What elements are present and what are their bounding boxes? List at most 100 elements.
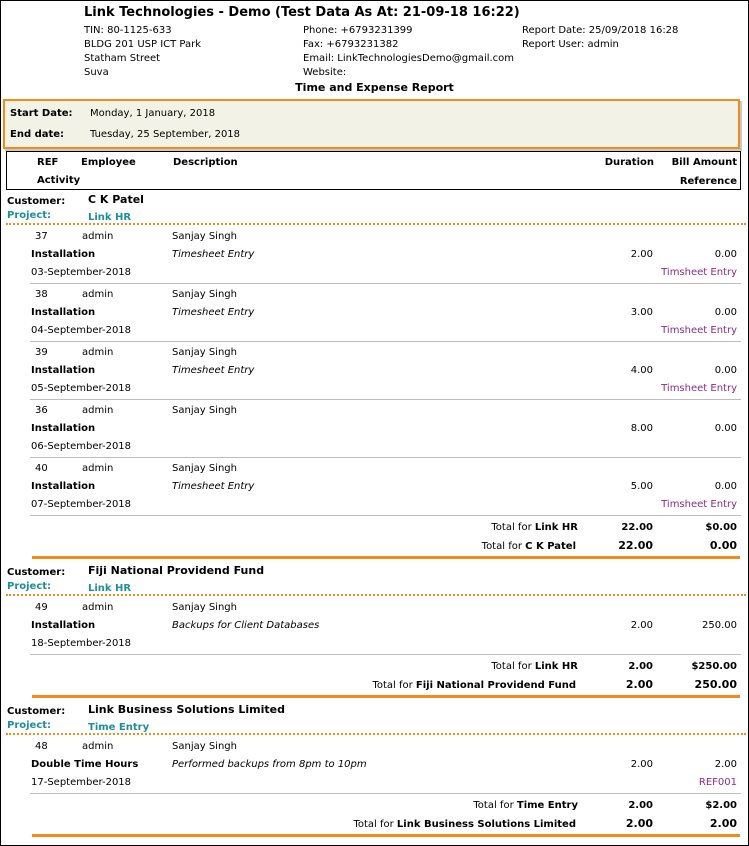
entry-employee: admin <box>82 289 114 300</box>
entry-employee: admin <box>82 463 114 474</box>
entry-amount: 2.00 <box>714 759 737 770</box>
project-name: Link HR <box>88 212 132 223</box>
entry-description: Sanjay Singh <box>172 602 237 613</box>
entry-employee: admin <box>82 347 114 358</box>
customer-divider <box>6 594 746 596</box>
row-divider <box>30 399 741 400</box>
report-user: Report User: admin <box>522 39 619 50</box>
entry-description: Sanjay Singh <box>172 405 237 416</box>
entry-ref: 40 <box>35 463 48 474</box>
entry-activity: Installation <box>31 307 96 318</box>
entry-amount: 250.00 <box>702 620 737 631</box>
customer-label: Customer: <box>7 196 66 207</box>
entry-amount: 0.00 <box>714 365 737 376</box>
entry-note: Timesheet Entry <box>172 307 255 318</box>
entry-amount: 0.00 <box>714 307 737 318</box>
column-header: REF Employee Description Duration Bill A… <box>6 151 741 190</box>
entry-reference: REF001 <box>698 777 737 788</box>
entry-employee: admin <box>82 602 114 613</box>
entry-amount: 0.00 <box>714 423 737 434</box>
col-ref: REF <box>37 157 59 168</box>
company-address-line1: BLDG 201 USP ICT Park <box>84 39 202 50</box>
entry-description: Sanjay Singh <box>172 231 237 242</box>
company-address-line2: Statham Street <box>84 53 161 64</box>
customer-name: Link Business Solutions Limited <box>88 703 285 716</box>
company-fax: Fax: +6793231382 <box>303 39 399 50</box>
entry-date: 05-September-2018 <box>31 383 132 394</box>
entry-activity: Installation <box>31 249 96 260</box>
entry-ref: 37 <box>35 231 48 242</box>
entry-employee: admin <box>82 405 114 416</box>
company-phone: Phone: +6793231399 <box>303 25 413 36</box>
entry-employee: admin <box>82 231 114 242</box>
entry-employee: admin <box>82 741 114 752</box>
total-for-text: Total for <box>372 680 413 691</box>
col-reference: Reference <box>679 176 737 187</box>
entry-date: 17-September-2018 <box>31 777 132 788</box>
customer-label: Customer: <box>7 706 66 717</box>
entry-activity: Installation <box>31 620 96 631</box>
col-bill-amount: Bill Amount <box>671 157 737 168</box>
date-filter-panel: Start Date: Monday, 1 January, 2018 End … <box>3 99 740 149</box>
start-date-label: Start Date: <box>10 108 73 119</box>
entry-note: Timesheet Entry <box>172 481 255 492</box>
customer-label: Customer: <box>7 567 66 578</box>
project-label: Project: <box>7 720 52 731</box>
col-description: Description <box>173 157 238 168</box>
project-name: Link HR <box>88 583 132 594</box>
report-date: Report Date: 25/09/2018 16:28 <box>522 25 679 36</box>
project-name: Time Entry <box>88 722 150 733</box>
customer-divider <box>6 733 746 735</box>
entry-description: Sanjay Singh <box>172 347 237 358</box>
customer-total-amount: 250.00 <box>694 678 737 691</box>
entry-reference: Timsheet Entry <box>661 325 737 336</box>
entry-ref: 36 <box>35 405 48 416</box>
project-total-amount: $250.00 <box>691 661 737 672</box>
entry-ref: 39 <box>35 347 48 358</box>
totals-divider <box>30 793 741 794</box>
start-date-value: Monday, 1 January, 2018 <box>90 108 216 119</box>
company-tin: TIN: 80-1125-633 <box>84 25 172 36</box>
entry-date: 06-September-2018 <box>31 441 132 452</box>
row-divider <box>30 457 741 458</box>
col-duration: Duration <box>604 157 654 168</box>
entry-note: Performed backups from 8pm to 10pm <box>172 759 367 770</box>
company-website: Website: <box>303 67 347 78</box>
project-label: Project: <box>7 581 52 592</box>
end-date-label: End date: <box>10 129 65 140</box>
customer-total-amount: 0.00 <box>709 539 737 552</box>
project-total-amount: $0.00 <box>705 522 737 533</box>
entry-activity: Installation <box>31 365 96 376</box>
report-title: Time and Expense Report <box>295 81 454 94</box>
entry-note: Timesheet Entry <box>172 249 255 260</box>
entry-description: Sanjay Singh <box>172 741 237 752</box>
customer-total-amount: 2.00 <box>709 817 737 830</box>
entry-date: 04-September-2018 <box>31 325 132 336</box>
row-divider <box>30 283 741 284</box>
entry-activity: Installation <box>31 481 96 492</box>
entry-date: 07-September-2018 <box>31 499 132 510</box>
company-city: Suva <box>84 67 109 78</box>
totals-divider <box>30 654 741 655</box>
customer-end-divider <box>32 834 740 837</box>
entry-amount: 0.00 <box>714 249 737 260</box>
project-label: Project: <box>7 210 52 221</box>
total-for-text: Total for <box>353 819 394 830</box>
totals-divider <box>30 515 741 516</box>
entry-description: Sanjay Singh <box>172 463 237 474</box>
entry-description: Sanjay Singh <box>172 289 237 300</box>
customer-name: C K Patel <box>88 193 144 206</box>
entry-ref: 49 <box>35 602 48 613</box>
customer-end-divider <box>32 695 740 698</box>
entry-note: Timesheet Entry <box>172 365 255 376</box>
entry-activity: Double Time Hours <box>31 759 139 770</box>
customer-divider <box>6 223 746 225</box>
end-date-value: Tuesday, 25 September, 2018 <box>90 129 241 140</box>
row-divider <box>30 341 741 342</box>
company-email: Email: LinkTechnologiesDemo@gmail.com <box>303 53 515 64</box>
entry-date: 03-September-2018 <box>31 267 132 278</box>
entry-reference: Timsheet Entry <box>661 499 737 510</box>
customer-end-divider <box>32 556 740 559</box>
col-activity: Activity <box>37 175 81 186</box>
entry-ref: 38 <box>35 289 48 300</box>
